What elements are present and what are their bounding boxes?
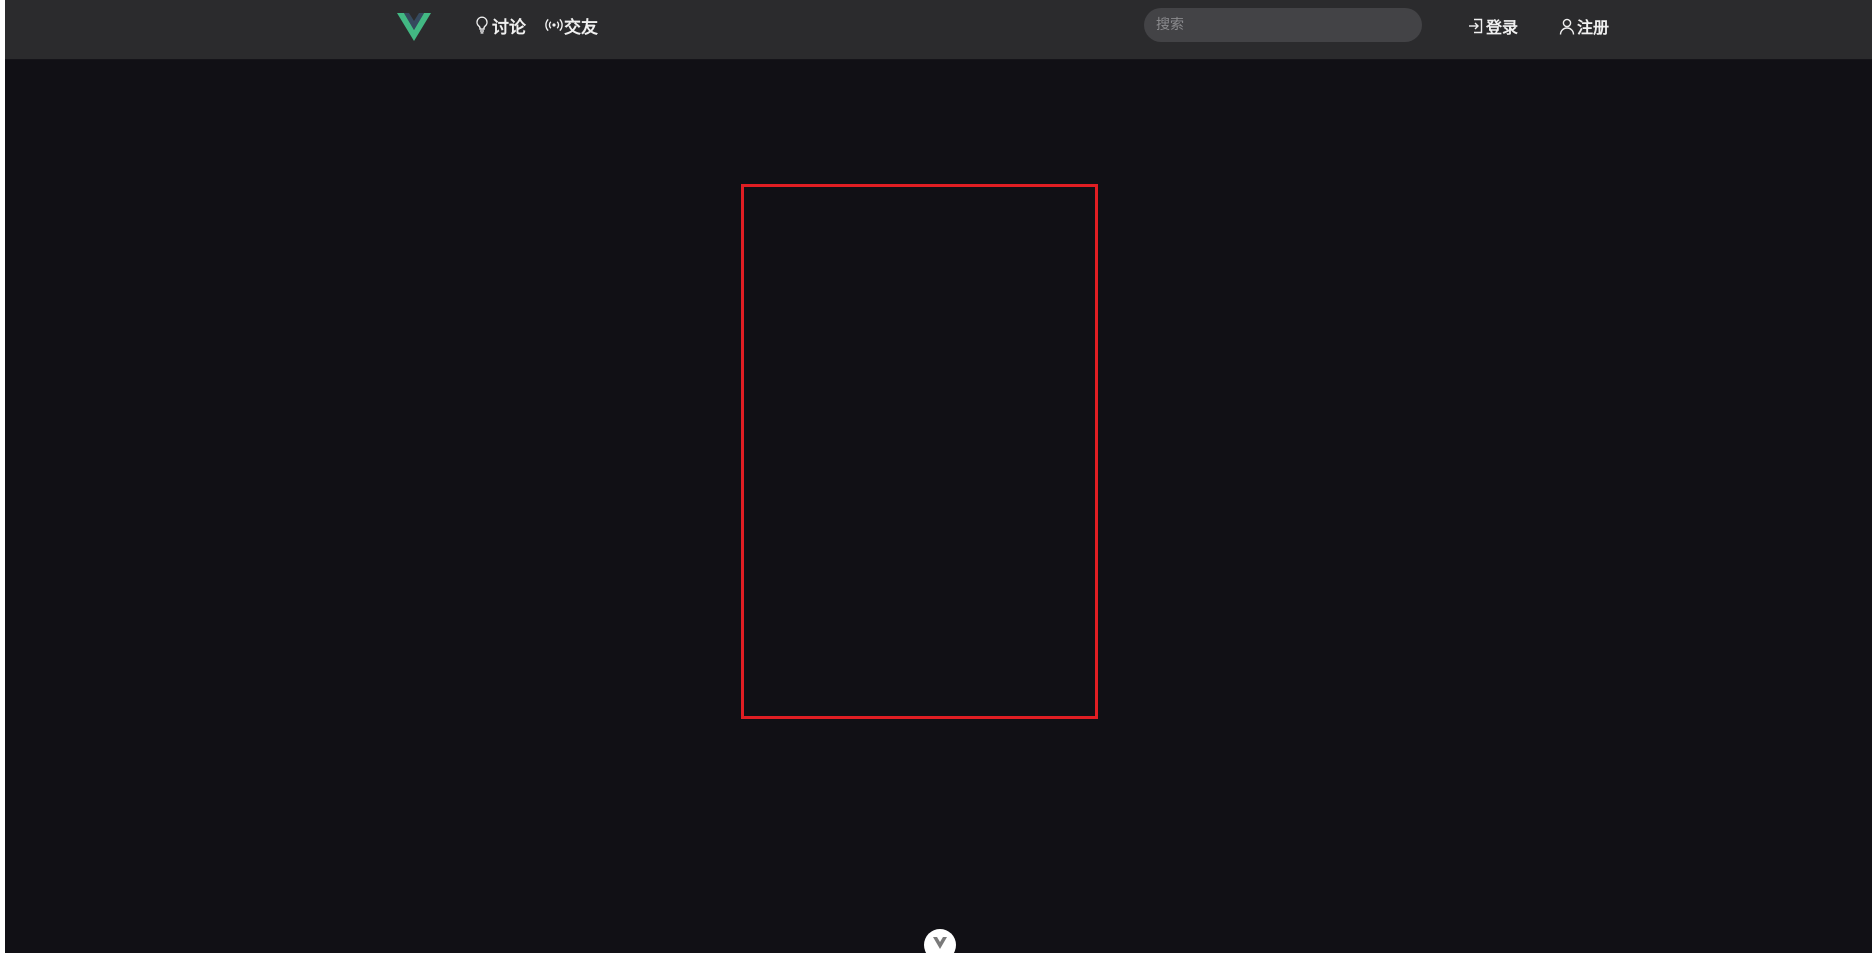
chevron-down-icon	[933, 937, 947, 949]
register-label: 注册	[1577, 18, 1610, 37]
search-input[interactable]	[1144, 8, 1422, 42]
page-frame: 讨论 交友 登录	[5, 0, 1872, 953]
nav-friends-label: 交友	[564, 17, 598, 38]
sign-in-icon	[1467, 16, 1485, 36]
vue-logo-icon[interactable]	[397, 13, 431, 41]
nav-discuss[interactable]: 讨论	[473, 13, 526, 38]
nav-friends[interactable]: 交友	[545, 13, 598, 38]
login-label: 登录	[1486, 18, 1519, 37]
highlight-box	[741, 184, 1098, 719]
scroll-down-button[interactable]	[924, 929, 956, 953]
top-navbar: 讨论 交友 登录	[5, 0, 1872, 59]
user-icon	[1558, 16, 1576, 36]
broadcast-icon	[545, 15, 563, 35]
nav-discuss-label: 讨论	[492, 17, 526, 38]
register-button[interactable]: 注册	[1558, 14, 1609, 38]
login-button[interactable]: 登录	[1467, 14, 1518, 38]
lightbulb-icon	[473, 15, 491, 35]
